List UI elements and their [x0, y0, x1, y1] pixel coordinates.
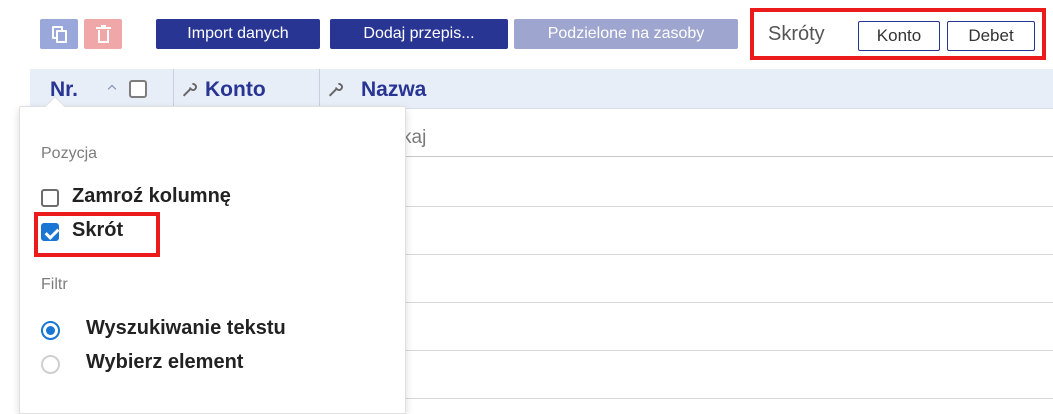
text-search-radio[interactable] [41, 321, 60, 340]
freeze-column-checkbox[interactable] [41, 189, 59, 207]
column-header-nazwa[interactable]: Nazwa [361, 78, 426, 102]
shortcut-konto-button[interactable]: Konto [858, 21, 940, 51]
freeze-column-option[interactable]: Zamroź kolumnę [39, 185, 359, 213]
freeze-column-label: Zamroź kolumnę [72, 185, 231, 207]
select-item-radio[interactable] [41, 355, 60, 374]
grid-header: Nr. Konto Nazwa [30, 69, 1053, 109]
shortcut-option[interactable]: Skrót [39, 219, 359, 247]
text-search-option[interactable]: Wyszukiwanie tekstu [39, 317, 359, 345]
select-item-label: Wybierz element [86, 351, 244, 373]
shortcuts-panel: Skróty Konto Debet [750, 8, 1046, 60]
shortcut-debet-button[interactable]: Debet [947, 21, 1035, 51]
wrench-icon[interactable] [182, 81, 199, 97]
column-header-konto[interactable]: Konto [205, 78, 266, 102]
column-divider[interactable] [319, 69, 320, 109]
top-toolbar: Import danych Dodaj przepis... Podzielon… [0, 0, 1053, 69]
delete-button[interactable] [84, 19, 122, 49]
wrench-icon[interactable] [328, 81, 345, 97]
column-options-popup: Pozycja Zamroź kolumnę Skrót Filtr Wyszu… [19, 96, 406, 414]
add-recipe-button[interactable]: Dodaj przepis... [330, 19, 508, 49]
table-row[interactable] [400, 206, 1053, 207]
sort-icon[interactable] [107, 82, 117, 92]
select-item-option[interactable]: Wybierz element [39, 351, 359, 379]
column-divider[interactable] [173, 69, 174, 109]
table-row[interactable] [400, 398, 1053, 399]
table-row[interactable] [400, 302, 1053, 303]
text-search-label: Wyszukiwanie tekstu [86, 317, 286, 339]
import-data-button[interactable]: Import danych [156, 19, 320, 49]
select-all-checkbox[interactable] [129, 80, 147, 98]
trash-icon [96, 25, 111, 43]
copy-icon [52, 26, 67, 43]
left-gutter [0, 69, 30, 109]
shortcut-checkbox[interactable] [41, 223, 59, 241]
table-row[interactable] [400, 350, 1053, 351]
search-row[interactable]: kaj [400, 127, 1053, 157]
split-resources-button[interactable]: Podzielone na zasoby [514, 19, 738, 49]
table-row[interactable] [400, 254, 1053, 255]
copy-button[interactable] [40, 19, 78, 49]
filter-section-title: Filtr [41, 276, 68, 293]
shortcut-label: Skrót [72, 219, 124, 241]
application-window: Import danych Dodaj przepis... Podzielon… [0, 0, 1053, 414]
shortcuts-label: Skróty [768, 23, 825, 45]
position-section-title: Pozycja [41, 145, 98, 162]
